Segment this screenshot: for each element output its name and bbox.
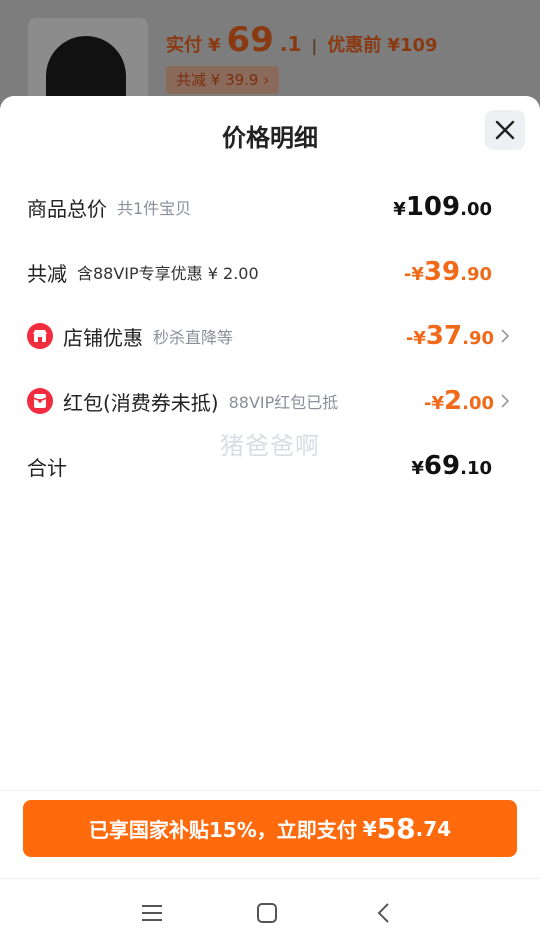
pay-button-yen: ¥ [362, 816, 377, 841]
reduce-amount: -¥ 39.90 [404, 257, 492, 287]
shop-discount-amount: -¥ 37.90 [406, 321, 494, 351]
sum-dec: .10 [460, 458, 492, 479]
reduce-int: 39 [423, 257, 461, 287]
price-separator: | [311, 36, 318, 55]
chevron-right-icon [500, 328, 512, 344]
row-red-envelope[interactable]: 红包(消费券未抵) 88VIP红包已抵 -¥ 2.00 [27, 381, 512, 421]
close-icon [495, 120, 515, 140]
sum-int: 69 [423, 451, 461, 481]
chevron-right-icon [500, 393, 512, 409]
save-tag: 共减 ¥ 39.9 › [166, 66, 280, 94]
total-price-amount: ¥109.00 [393, 192, 492, 222]
paid-yen: ¥ [208, 35, 221, 56]
price-detail-sheet: 价格明细 商品总价 共1件宝贝 ¥109.00 共减 含88VIP专享优惠 ¥ … [0, 96, 540, 947]
background-price: 实付 ¥ 69.1 | 优惠前 ¥109 [166, 20, 438, 60]
sum-label: 合计 [27, 455, 67, 480]
pay-now-button[interactable]: 已享国家补贴15%，立即支付 ¥58.74 [23, 800, 517, 857]
reduce-sub: 含88VIP专享优惠 ¥ 2.00 [77, 264, 259, 283]
redpack-yen: -¥ [424, 393, 445, 414]
pay-button-int: 58 [376, 812, 416, 845]
row-total-reduce: 共减 含88VIP专享优惠 ¥ 2.00 -¥ 39.90 [27, 252, 512, 292]
pay-button-dec: .74 [415, 816, 452, 841]
back-icon[interactable] [365, 897, 401, 929]
red-envelope-amount-wrap: -¥ 2.00 [424, 386, 512, 416]
reduce-yen: -¥ [403, 264, 424, 285]
shop-dec: .90 [462, 328, 494, 349]
row-shop-discount[interactable]: 店铺优惠 秒杀直降等 -¥ 37.90 [27, 316, 512, 356]
red-envelope-label: 红包(消费券未抵) [63, 390, 219, 415]
shop-discount-sub: 秒杀直降等 [153, 328, 234, 347]
sum-amount: ¥69.10 [411, 451, 492, 481]
paid-dec: .1 [279, 32, 302, 56]
divider [0, 790, 540, 791]
reduce-label: 共减 [27, 261, 67, 286]
shop-discount-amount-wrap: -¥ 37.90 [406, 321, 512, 351]
system-navbar [0, 878, 540, 947]
close-button[interactable] [485, 110, 525, 150]
before-discount-price: 优惠前 ¥109 [327, 35, 438, 56]
pay-button-text: 已享国家补贴15%，立即支付 [88, 818, 357, 842]
home-icon[interactable] [249, 897, 285, 929]
paid-label: 实付 [166, 35, 202, 56]
red-envelope-amount: -¥ 2.00 [424, 386, 494, 416]
total-price-label: 商品总价 [27, 196, 107, 221]
reduce-dec: .90 [460, 264, 492, 285]
shop-discount-label: 店铺优惠 [63, 325, 143, 350]
shop-int: 37 [425, 321, 463, 351]
red-envelope-icon [27, 388, 53, 414]
background-product-header: 实付 ¥ 69.1 | 优惠前 ¥109 共减 ¥ 39.9 › [0, 0, 540, 110]
total-yen: ¥ [393, 199, 406, 220]
menu-icon[interactable] [134, 897, 170, 929]
total-dec: .00 [460, 199, 492, 220]
sum-yen: ¥ [411, 458, 424, 479]
paid-int: 69 [226, 20, 274, 60]
redpack-dec: .00 [462, 393, 494, 414]
red-envelope-sub: 88VIP红包已抵 [228, 393, 339, 412]
total-price-sub: 共1件宝贝 [117, 199, 192, 218]
sheet-title: 价格明细 [222, 124, 318, 152]
redpack-int: 2 [444, 386, 463, 416]
shop-icon [27, 323, 53, 349]
row-total-price: 商品总价 共1件宝贝 ¥109.00 [27, 187, 512, 227]
shop-yen: -¥ [405, 328, 426, 349]
total-int: 109 [405, 192, 461, 222]
row-sum: 合计 ¥69.10 [27, 446, 512, 486]
